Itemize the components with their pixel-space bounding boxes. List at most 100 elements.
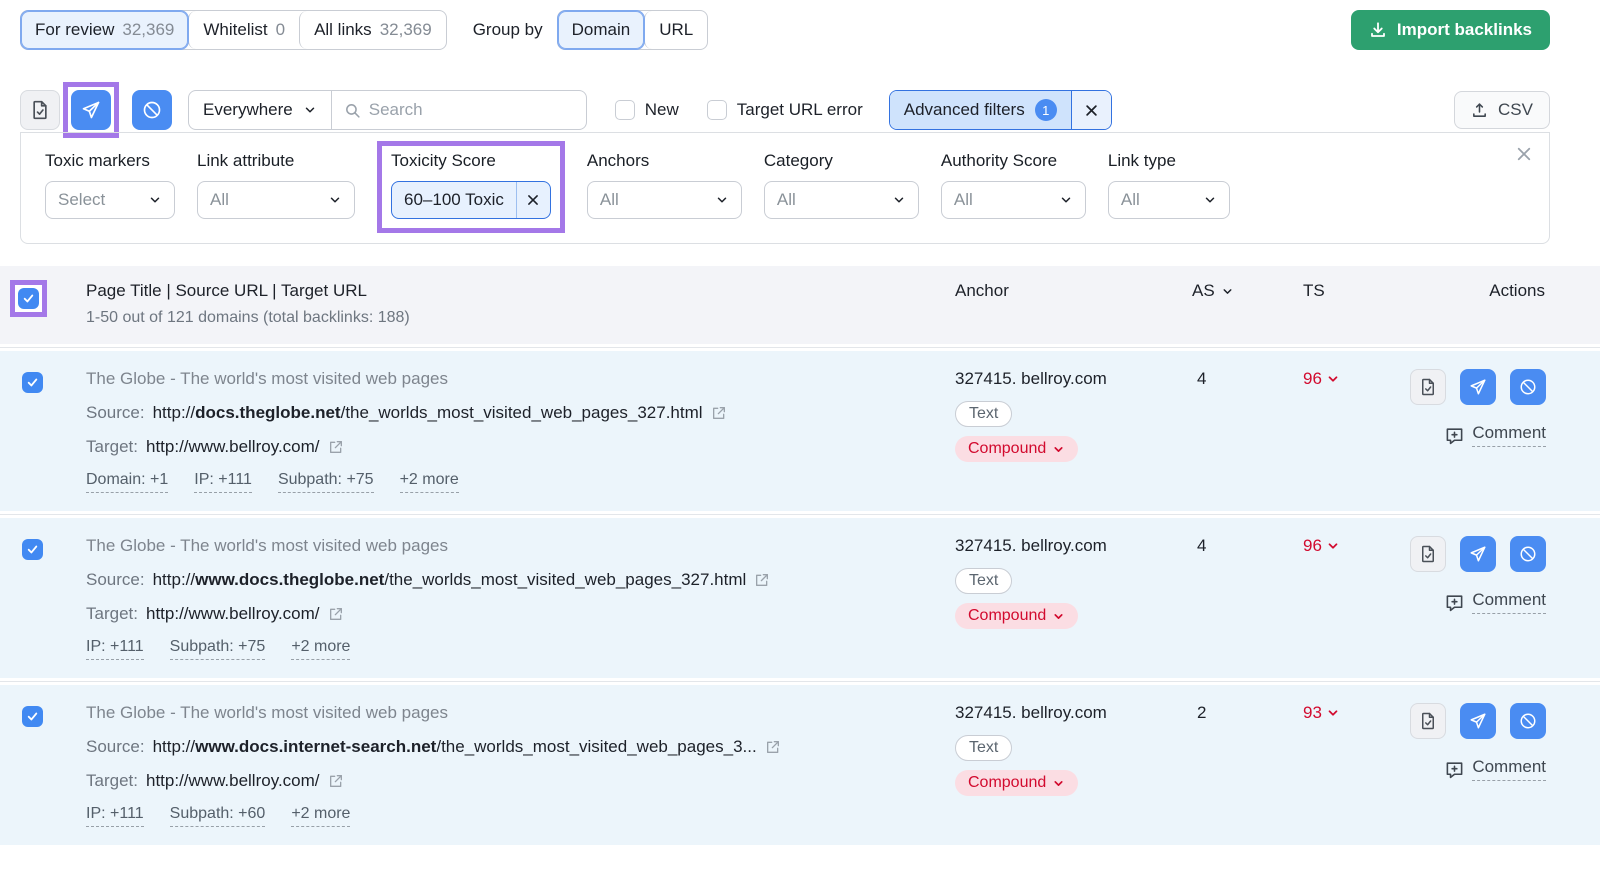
toxic-markers-list: IP: +111 Subpath: +60 +2 more — [86, 805, 351, 827]
toxic-markers-list: Domain: +1 IP: +111 Subpath: +75 +2 more — [86, 471, 459, 493]
external-link-icon[interactable] — [754, 572, 770, 588]
import-backlinks-button[interactable]: Import backlinks — [1350, 10, 1550, 50]
whitelist-row-button[interactable] — [1410, 536, 1446, 572]
external-link-icon[interactable] — [328, 439, 344, 455]
source-url: http://docs.theglobe.net/the_worlds_most… — [152, 403, 703, 422]
anchor-text: 327415. bellroy.com — [955, 369, 1107, 388]
anchor-type-badge: Text — [955, 735, 1013, 761]
compound-badge[interactable]: Compound — [955, 770, 1079, 796]
check-icon — [27, 378, 38, 387]
toxic-marker-more[interactable]: +2 more — [291, 805, 351, 827]
toxic-marker[interactable]: Subpath: +75 — [277, 471, 374, 493]
toxicity-score-value[interactable]: 93 — [1303, 703, 1340, 723]
external-link-icon[interactable] — [711, 405, 727, 421]
group-by-url[interactable]: URL — [644, 11, 707, 49]
move-to-remove-button[interactable] — [71, 90, 111, 130]
link-type-select[interactable]: All — [1107, 181, 1230, 219]
toxic-marker[interactable]: Subpath: +75 — [169, 638, 266, 660]
whitelist-row-button[interactable] — [1410, 703, 1446, 739]
table-row: The Globe - The world's most visited web… — [0, 351, 1600, 511]
authority-score-select[interactable]: All — [940, 181, 1086, 219]
column-ts: TS — [1303, 281, 1325, 300]
document-check-icon — [1422, 712, 1434, 730]
block-button[interactable] — [132, 90, 172, 130]
comment-button[interactable]: Comment — [1445, 590, 1546, 614]
tab-whitelist[interactable]: Whitelist 0 — [188, 11, 299, 49]
source-url-line: Source: http://docs.theglobe.net/the_wor… — [86, 403, 727, 423]
row-separator — [0, 347, 1600, 348]
export-csv-button[interactable]: CSV — [1454, 91, 1550, 129]
tab-all-links-label: All links — [314, 20, 372, 39]
anchors-label: Anchors — [586, 151, 650, 170]
toxic-markers-value: Select — [58, 190, 106, 209]
target-url-error-checkbox[interactable]: Target URL error — [706, 100, 863, 120]
advanced-filters-button[interactable]: Advanced filters 1 — [889, 91, 1071, 129]
toxicity-score-value[interactable]: 96 — [1303, 536, 1340, 556]
block-row-button[interactable] — [1510, 703, 1546, 739]
comment-button[interactable]: Comment — [1445, 757, 1546, 781]
row-actions — [1410, 536, 1546, 572]
tab-for-review[interactable]: For review 32,369 — [21, 11, 189, 49]
select-all-checkbox[interactable] — [18, 288, 39, 309]
toxic-marker[interactable]: Subpath: +60 — [169, 805, 266, 827]
block-row-button[interactable] — [1510, 536, 1546, 572]
scope-search-group: Everywhere — [188, 90, 587, 130]
link-attribute-select[interactable]: All — [197, 181, 355, 219]
table-row: The Globe - The world's most visited web… — [0, 685, 1600, 845]
advanced-filters-clear-button[interactable] — [1070, 91, 1111, 129]
row-checkbox[interactable] — [22, 539, 43, 560]
group-by-domain[interactable]: Domain — [557, 11, 645, 49]
export-icon — [1471, 102, 1488, 119]
send-to-remove-row-button[interactable] — [1460, 369, 1496, 405]
comment-button[interactable]: Comment — [1445, 423, 1546, 447]
send-to-remove-row-button[interactable] — [1460, 703, 1496, 739]
target-url-error-checkbox-box[interactable] — [706, 100, 727, 120]
close-icon — [1084, 103, 1099, 118]
external-link-icon[interactable] — [328, 773, 344, 789]
new-checkbox[interactable]: New — [614, 100, 679, 120]
source-label: Source: — [86, 403, 145, 422]
compound-label: Compound — [968, 440, 1047, 457]
toxicity-score-chip[interactable]: 60–100 Toxic — [391, 181, 551, 219]
move-to-whitelist-button[interactable] — [20, 90, 60, 130]
toxicity-score-clear-button[interactable] — [515, 182, 550, 218]
close-icon — [528, 195, 539, 205]
external-link-icon[interactable] — [328, 606, 344, 622]
advanced-filters-panel: Toxic markers Select Link attribute All … — [20, 132, 1550, 244]
tab-all-links[interactable]: All links 32,369 — [299, 11, 446, 49]
comment-plus-icon — [1445, 426, 1464, 445]
chevron-down-icon — [303, 103, 317, 117]
new-checkbox-box[interactable] — [614, 100, 635, 120]
filters-panel-close-button[interactable] — [1515, 145, 1533, 163]
send-to-remove-row-button[interactable] — [1460, 536, 1496, 572]
source-url-line: Source: http://www.docs.theglobe.net/the… — [86, 570, 770, 590]
compound-badge[interactable]: Compound — [955, 436, 1079, 462]
block-row-button[interactable] — [1510, 369, 1546, 405]
link-type-label: Link type — [1107, 151, 1176, 170]
external-link-icon[interactable] — [765, 739, 781, 755]
toxic-markers-select[interactable]: Select — [45, 181, 175, 219]
whitelist-row-button[interactable] — [1410, 369, 1446, 405]
anchors-select[interactable]: All — [586, 181, 742, 219]
toxic-marker-more[interactable]: +2 more — [399, 471, 459, 493]
toxic-marker[interactable]: IP: +111 — [86, 638, 144, 660]
toxic-marker-more[interactable]: +2 more — [291, 638, 351, 660]
category-value: All — [776, 190, 796, 209]
search-input[interactable] — [368, 100, 574, 120]
import-backlinks-label: Import backlinks — [1396, 20, 1532, 39]
compound-badge[interactable]: Compound — [955, 603, 1079, 629]
sort-chevron-down-icon — [1221, 285, 1234, 298]
paper-plane-icon — [1470, 379, 1486, 395]
category-select[interactable]: All — [763, 181, 919, 219]
toxic-marker[interactable]: IP: +111 — [86, 805, 144, 827]
toxic-marker[interactable]: Domain: +1 — [86, 471, 169, 493]
toxic-markers-list: IP: +111 Subpath: +75 +2 more — [86, 638, 351, 660]
column-as-sort[interactable]: AS — [1192, 281, 1234, 301]
target-url-line: Target: http://www.bellroy.com/ — [86, 771, 344, 791]
row-checkbox[interactable] — [22, 706, 43, 727]
advanced-filters-label: Advanced filters — [903, 100, 1025, 119]
scope-dropdown[interactable]: Everywhere — [188, 90, 332, 130]
toxic-marker[interactable]: IP: +111 — [194, 471, 252, 493]
row-checkbox[interactable] — [22, 372, 43, 393]
toxicity-score-value[interactable]: 96 — [1303, 369, 1340, 389]
